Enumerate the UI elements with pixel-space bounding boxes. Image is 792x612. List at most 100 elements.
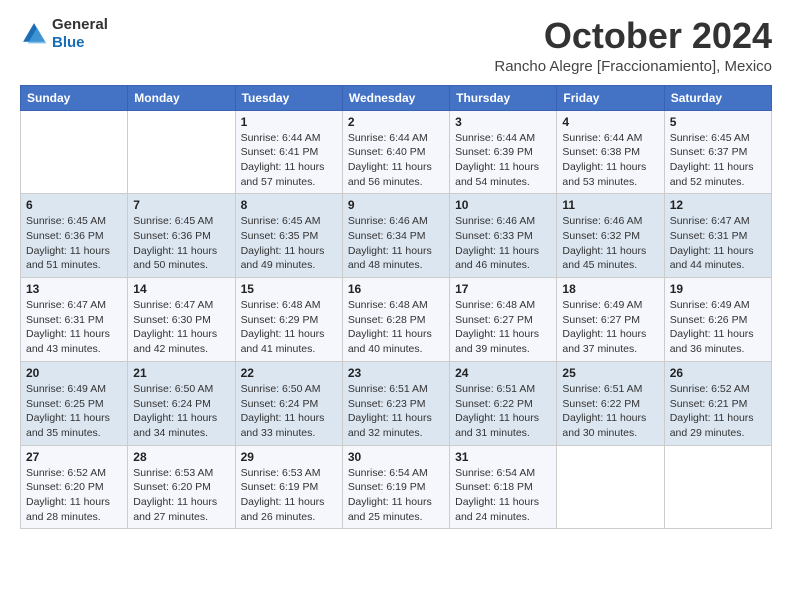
day-number: 17 [455, 282, 551, 296]
weekday-header-wednesday: Wednesday [342, 85, 449, 110]
day-number: 21 [133, 366, 229, 380]
calendar-cell: 23 Sunrise: 6:51 AM Sunset: 6:23 PM Dayli… [342, 361, 449, 445]
calendar-cell: 12 Sunrise: 6:47 AM Sunset: 6:31 PM Dayli… [664, 194, 771, 278]
weekday-header-friday: Friday [557, 85, 664, 110]
month-title: October 2024 [494, 16, 772, 56]
calendar-cell: 20 Sunrise: 6:49 AM Sunset: 6:25 PM Dayli… [21, 361, 128, 445]
day-number: 12 [670, 198, 766, 212]
day-number: 26 [670, 366, 766, 380]
calendar-cell: 15 Sunrise: 6:48 AM Sunset: 6:29 PM Dayli… [235, 278, 342, 362]
day-number: 7 [133, 198, 229, 212]
logo: General Blue [20, 16, 108, 52]
day-number: 18 [562, 282, 658, 296]
day-number: 1 [241, 115, 337, 129]
day-info: Sunrise: 6:51 AM Sunset: 6:22 PM Dayligh… [455, 382, 551, 441]
day-info: Sunrise: 6:49 AM Sunset: 6:26 PM Dayligh… [670, 298, 766, 357]
day-info: Sunrise: 6:45 AM Sunset: 6:35 PM Dayligh… [241, 214, 337, 273]
calendar-cell: 13 Sunrise: 6:47 AM Sunset: 6:31 PM Dayli… [21, 278, 128, 362]
calendar-cell: 11Sunrise: 6:46 AM Sunset: 6:32 PM Dayli… [557, 194, 664, 278]
logo-general: General [52, 16, 108, 34]
calendar-cell: 6Sunrise: 6:45 AM Sunset: 6:36 PM Daylig… [21, 194, 128, 278]
weekday-header-thursday: Thursday [450, 85, 557, 110]
day-info: Sunrise: 6:50 AM Sunset: 6:24 PM Dayligh… [241, 382, 337, 441]
weekday-header-sunday: Sunday [21, 85, 128, 110]
calendar-cell: 19 Sunrise: 6:49 AM Sunset: 6:26 PM Dayli… [664, 278, 771, 362]
calendar-cell [664, 445, 771, 529]
title-block: October 2024 Rancho Alegre [Fraccionamie… [494, 16, 772, 75]
day-info: Sunrise: 6:47 AM Sunset: 6:31 PM Dayligh… [26, 298, 122, 357]
day-info: Sunrise: 6:46 AM Sunset: 6:32 PM Dayligh… [562, 214, 658, 273]
day-info: Sunrise: 6:46 AM Sunset: 6:33 PM Dayligh… [455, 214, 551, 273]
day-number: 13 [26, 282, 122, 296]
calendar-cell: 16 Sunrise: 6:48 AM Sunset: 6:28 PM Dayli… [342, 278, 449, 362]
calendar-cell: 24 Sunrise: 6:51 AM Sunset: 6:22 PM Dayli… [450, 361, 557, 445]
day-info: Sunrise: 6:51 AM Sunset: 6:22 PM Dayligh… [562, 382, 658, 441]
day-info: Sunrise: 6:54 AM Sunset: 6:19 PM Dayligh… [348, 466, 444, 525]
calendar-cell: 21 Sunrise: 6:50 AM Sunset: 6:24 PM Dayli… [128, 361, 235, 445]
day-info: Sunrise: 6:49 AM Sunset: 6:27 PM Dayligh… [562, 298, 658, 357]
day-number: 9 [348, 198, 444, 212]
day-number: 24 [455, 366, 551, 380]
day-number: 5 [670, 115, 766, 129]
day-number: 10 [455, 198, 551, 212]
day-info: Sunrise: 6:49 AM Sunset: 6:25 PM Dayligh… [26, 382, 122, 441]
calendar-cell: 30 Sunrise: 6:54 AM Sunset: 6:19 PM Dayli… [342, 445, 449, 529]
calendar-cell: 9 Sunrise: 6:46 AM Sunset: 6:34 PM Daylig… [342, 194, 449, 278]
day-number: 30 [348, 450, 444, 464]
day-info: Sunrise: 6:48 AM Sunset: 6:27 PM Dayligh… [455, 298, 551, 357]
calendar-cell: 27Sunrise: 6:52 AM Sunset: 6:20 PM Dayli… [21, 445, 128, 529]
day-number: 14 [133, 282, 229, 296]
week-row-4: 20 Sunrise: 6:49 AM Sunset: 6:25 PM Dayli… [21, 361, 772, 445]
day-number: 8 [241, 198, 337, 212]
day-info: Sunrise: 6:47 AM Sunset: 6:30 PM Dayligh… [133, 298, 229, 357]
calendar-cell: 28Sunrise: 6:53 AM Sunset: 6:20 PM Dayli… [128, 445, 235, 529]
week-row-5: 27Sunrise: 6:52 AM Sunset: 6:20 PM Dayli… [21, 445, 772, 529]
day-info: Sunrise: 6:51 AM Sunset: 6:23 PM Dayligh… [348, 382, 444, 441]
page-header: General Blue October 2024 Rancho Alegre … [20, 16, 772, 75]
day-info: Sunrise: 6:44 AM Sunset: 6:41 PM Dayligh… [241, 131, 337, 190]
logo-blue: Blue [52, 34, 108, 52]
calendar-cell: 26 Sunrise: 6:52 AM Sunset: 6:21 PM Dayli… [664, 361, 771, 445]
weekday-header-monday: Monday [128, 85, 235, 110]
day-info: Sunrise: 6:47 AM Sunset: 6:31 PM Dayligh… [670, 214, 766, 273]
day-info: Sunrise: 6:48 AM Sunset: 6:29 PM Dayligh… [241, 298, 337, 357]
day-number: 28 [133, 450, 229, 464]
logo-icon [20, 20, 48, 48]
weekday-header-saturday: Saturday [664, 85, 771, 110]
day-info: Sunrise: 6:48 AM Sunset: 6:28 PM Dayligh… [348, 298, 444, 357]
day-info: Sunrise: 6:52 AM Sunset: 6:21 PM Dayligh… [670, 382, 766, 441]
day-number: 2 [348, 115, 444, 129]
day-number: 19 [670, 282, 766, 296]
day-info: Sunrise: 6:44 AM Sunset: 6:40 PM Dayligh… [348, 131, 444, 190]
calendar-cell [128, 110, 235, 194]
calendar-cell: 2 Sunrise: 6:44 AM Sunset: 6:40 PM Daylig… [342, 110, 449, 194]
day-number: 15 [241, 282, 337, 296]
week-row-1: 1 Sunrise: 6:44 AM Sunset: 6:41 PM Daylig… [21, 110, 772, 194]
calendar-cell [557, 445, 664, 529]
calendar-cell: 1 Sunrise: 6:44 AM Sunset: 6:41 PM Daylig… [235, 110, 342, 194]
calendar-cell: 7 Sunrise: 6:45 AM Sunset: 6:36 PM Daylig… [128, 194, 235, 278]
day-info: Sunrise: 6:44 AM Sunset: 6:39 PM Dayligh… [455, 131, 551, 190]
day-number: 20 [26, 366, 122, 380]
day-number: 16 [348, 282, 444, 296]
calendar-cell: 31 Sunrise: 6:54 AM Sunset: 6:18 PM Dayli… [450, 445, 557, 529]
day-number: 27 [26, 450, 122, 464]
calendar-table: SundayMondayTuesdayWednesdayThursdayFrid… [20, 85, 772, 530]
day-info: Sunrise: 6:53 AM Sunset: 6:19 PM Dayligh… [241, 466, 337, 525]
day-info: Sunrise: 6:50 AM Sunset: 6:24 PM Dayligh… [133, 382, 229, 441]
day-number: 25 [562, 366, 658, 380]
calendar-cell: 4Sunrise: 6:44 AM Sunset: 6:38 PM Daylig… [557, 110, 664, 194]
day-info: Sunrise: 6:45 AM Sunset: 6:37 PM Dayligh… [670, 131, 766, 190]
calendar-cell: 17 Sunrise: 6:48 AM Sunset: 6:27 PM Dayli… [450, 278, 557, 362]
week-row-2: 6 Sunrise: 6:45 AM Sunset: 6:36 PM Daylig… [21, 194, 772, 278]
calendar-cell: 29Sunrise: 6:53 AM Sunset: 6:19 PM Dayli… [235, 445, 342, 529]
day-info: Sunrise: 6:44 AM Sunset: 6:38 PM Dayligh… [562, 131, 658, 190]
day-number: 6 [26, 198, 122, 212]
location-subtitle: Rancho Alegre [Fraccionamiento], Mexico [494, 58, 772, 75]
day-number: 22 [241, 366, 337, 380]
day-info: Sunrise: 6:54 AM Sunset: 6:18 PM Dayligh… [455, 466, 551, 525]
day-info: Sunrise: 6:46 AM Sunset: 6:34 PM Dayligh… [348, 214, 444, 273]
day-number: 23 [348, 366, 444, 380]
day-info: Sunrise: 6:45 AM Sunset: 6:36 PM Dayligh… [133, 214, 229, 273]
day-number: 31 [455, 450, 551, 464]
